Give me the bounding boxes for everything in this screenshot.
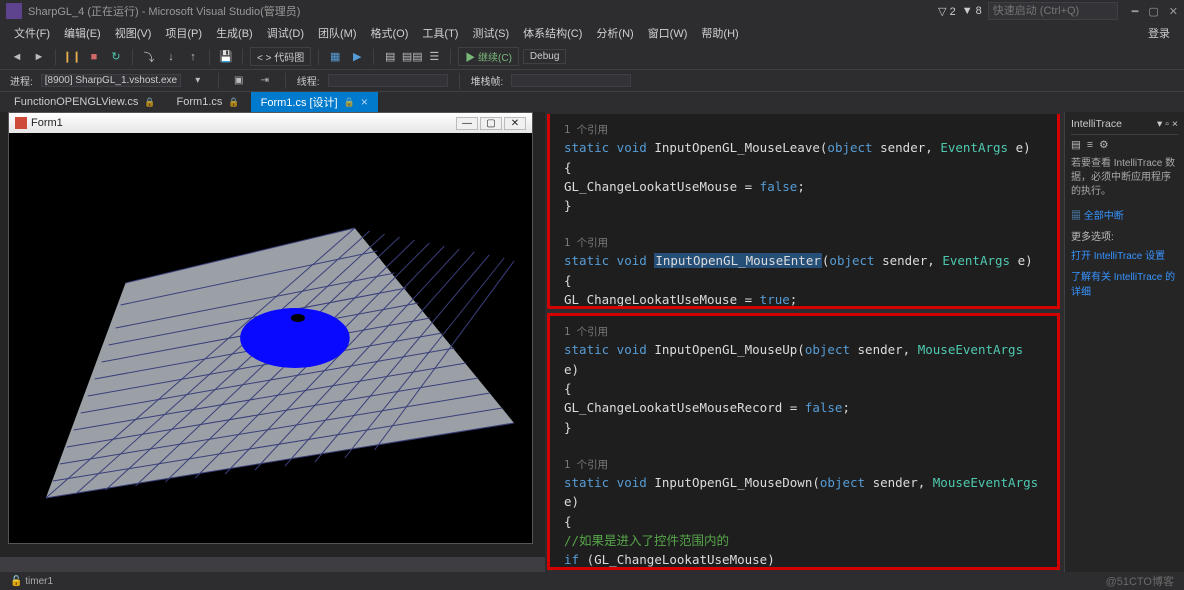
close-tab-icon[interactable]: ×	[361, 95, 368, 109]
break-all-icon[interactable]: ▦	[326, 48, 344, 66]
vs-logo-icon	[6, 3, 22, 19]
notif-badge[interactable]: ▽ 2	[938, 5, 956, 18]
menu-edit[interactable]: 编辑(E)	[58, 23, 107, 43]
maximize-icon[interactable]: ▢	[1148, 5, 1158, 18]
panel-message: 若要查看 IntelliTrace 数据，必须中断应用程序的执行。	[1071, 157, 1178, 199]
doc-tab[interactable]: Form1.cs🔒	[167, 92, 251, 112]
doc-tab[interactable]: FunctionOPENGLView.cs🔒	[4, 92, 167, 112]
status-bar: 🔓 timer1	[0, 572, 1184, 590]
restart-icon[interactable]: ↻	[107, 48, 125, 66]
menu-project[interactable]: 项目(P)	[159, 23, 208, 43]
pin-icon[interactable]: 🔒	[344, 97, 355, 108]
config-dropdown[interactable]: Debug	[523, 49, 566, 64]
learn-more-link[interactable]: 了解有关 IntelliTrace 的详细	[1071, 268, 1178, 298]
menu-analyze[interactable]: 分析(N)	[590, 23, 639, 43]
panel-dropdown-icon[interactable]: ▾ ▫ ×	[1157, 118, 1178, 130]
process-label: 进程:	[10, 73, 33, 88]
scrollbar-horizontal[interactable]	[0, 557, 545, 572]
debug-location-bar: 进程: ▾ ▣ ⇥ 线程: 堆栈帧:	[0, 70, 1184, 92]
pin-icon[interactable]: 🔒	[144, 97, 155, 108]
step-over-icon[interactable]: ⤵	[140, 48, 158, 66]
ruler-icon[interactable]: ☰	[425, 48, 443, 66]
main-menu: 文件(F) 编辑(E) 视图(V) 项目(P) 生成(B) 调试(D) 团队(M…	[0, 22, 1184, 44]
suspend-icon[interactable]: ▣	[230, 72, 248, 90]
doc-tab-active[interactable]: Form1.cs [设计]🔒×	[251, 92, 379, 112]
nav-back-icon[interactable]: ◄	[8, 48, 26, 66]
gear-icon[interactable]: ⚙	[1099, 139, 1108, 151]
open-settings-link[interactable]: 打开 IntelliTrace 设置	[1071, 247, 1178, 262]
process-input[interactable]	[41, 74, 181, 87]
tb-icon-2[interactable]: ≡	[1087, 139, 1093, 151]
menu-arch[interactable]: 体系结构(C)	[517, 23, 588, 43]
nav-fwd-icon[interactable]: ►	[30, 48, 48, 66]
continue-button[interactable]: ▶ 继续(C)	[458, 47, 519, 66]
menu-format[interactable]: 格式(O)	[365, 23, 415, 43]
step-into-icon[interactable]: ↓	[162, 48, 180, 66]
code-view-chip[interactable]: < > 代码图	[250, 47, 311, 66]
save-all-icon[interactable]: ▤▤	[403, 48, 421, 66]
menu-debug[interactable]: 调试(D)	[261, 23, 310, 43]
menu-test[interactable]: 测试(S)	[466, 23, 515, 43]
minimize-icon[interactable]: ━	[1132, 5, 1139, 18]
doc-tabstrip: FunctionOPENGLView.cs🔒 Form1.cs🔒 Form1.c…	[0, 92, 1184, 112]
new-item-icon[interactable]: ▤	[381, 48, 399, 66]
menu-window[interactable]: 窗口(W)	[642, 23, 694, 43]
form-preview-window[interactable]: Form1 — ▢ ✕	[8, 112, 533, 544]
login-link[interactable]: 登录	[1142, 23, 1176, 43]
menu-build[interactable]: 生成(B)	[210, 23, 259, 43]
menu-view[interactable]: 视图(V)	[109, 23, 158, 43]
more-options-label: 更多选项:	[1071, 228, 1178, 243]
window-title: SharpGL_4 (正在运行) - Microsoft Visual Stud…	[28, 3, 938, 19]
step-out-icon[interactable]: ↑	[184, 48, 202, 66]
tb-icon-1[interactable]: ▤	[1071, 139, 1081, 151]
save-icon[interactable]: 💾	[217, 48, 235, 66]
menu-file[interactable]: 文件(F)	[8, 23, 56, 43]
thread-label: 线程:	[297, 73, 320, 88]
intellitrace-panel: IntelliTrace ▾ ▫ × ▤ ≡ ⚙ 若要查看 IntelliTra…	[1064, 112, 1184, 572]
status-item[interactable]: timer1	[25, 576, 53, 587]
opengl-canvas[interactable]	[9, 133, 532, 543]
menu-tools[interactable]: 工具(T)	[416, 23, 464, 43]
main-toolbar: ◄ ► ❙❙ ■ ↻ ⤵ ↓ ↑ 💾 < > 代码图 ▦ ▶ ▤ ▤▤ ☰ ▶ …	[0, 44, 1184, 70]
panel-title: IntelliTrace	[1071, 118, 1122, 130]
close-icon[interactable]: ✕	[1169, 5, 1178, 18]
designer-panel: Form1 — ▢ ✕	[0, 112, 545, 572]
code-snippet-bottom: 1 个引用 static void InputOpenGL_MouseUp(ob…	[547, 313, 1060, 570]
resume-icon[interactable]: ⇥	[256, 72, 274, 90]
thread-input[interactable]	[328, 74, 448, 87]
menu-help[interactable]: 帮助(H)	[695, 23, 744, 43]
chevron-down-icon[interactable]: ▾	[189, 72, 207, 90]
code-snippet-top: 1 个引用 static void InputOpenGL_MouseLeave…	[547, 114, 1060, 309]
pin-icon[interactable]: 🔒	[228, 97, 239, 108]
play-icon[interactable]: ▶	[348, 48, 366, 66]
form-title: Form1	[31, 117, 63, 129]
stop-icon[interactable]: ■	[85, 48, 103, 66]
form-max-icon[interactable]: ▢	[480, 117, 502, 130]
lock-icon: 🔓	[10, 576, 22, 587]
form-close-icon[interactable]: ✕	[504, 117, 526, 130]
break-all-link[interactable]: ▦ 全部中断	[1071, 207, 1178, 222]
form-min-icon[interactable]: —	[456, 117, 478, 130]
stackframe-input[interactable]	[511, 74, 631, 87]
watermark: @51CTO博客	[1106, 573, 1174, 589]
stackframe-label: 堆栈帧:	[471, 73, 504, 88]
window-titlebar: SharpGL_4 (正在运行) - Microsoft Visual Stud…	[0, 0, 1184, 22]
pause-icon[interactable]: ❙❙	[63, 48, 81, 66]
form-icon	[15, 117, 27, 129]
menu-team[interactable]: 团队(M)	[312, 23, 363, 43]
flag-badge[interactable]: ▼ 8	[962, 5, 982, 17]
quick-launch-input[interactable]	[988, 2, 1118, 20]
